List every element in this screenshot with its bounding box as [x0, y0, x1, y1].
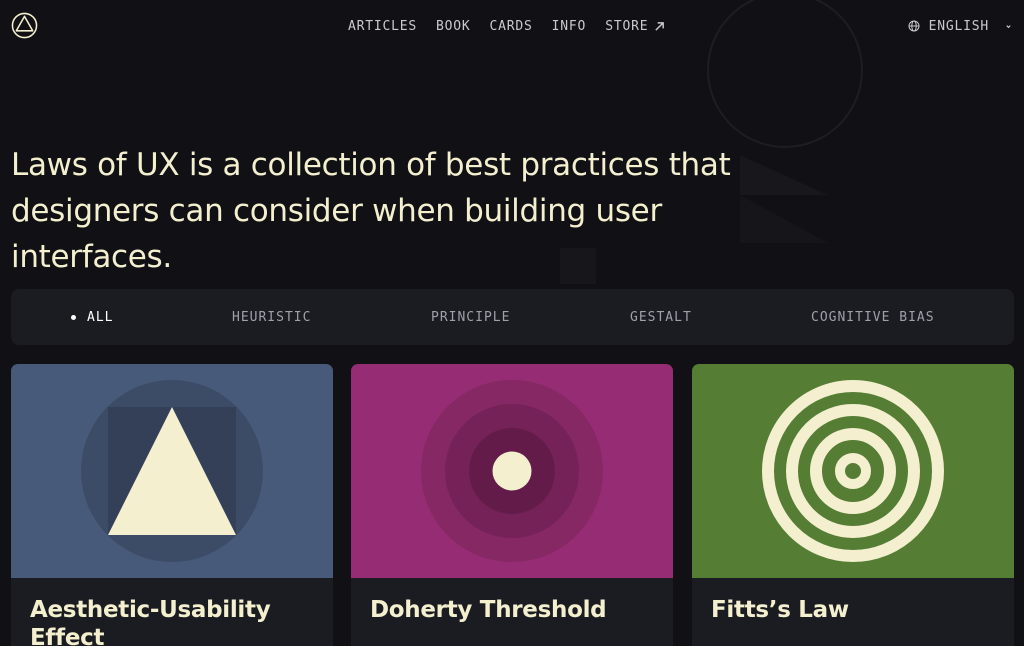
triangle-icon	[11, 364, 333, 578]
nav-store[interactable]: STORE	[605, 19, 665, 34]
language-label: ENGLISH	[928, 18, 989, 34]
card-title: Aesthetic-Usability Effect	[30, 597, 271, 646]
globe-icon	[908, 20, 920, 32]
main-nav: ARTICLES BOOK CARDS INFO STORE	[348, 17, 665, 35]
card-illustration	[351, 364, 673, 578]
hero-heading: Laws of UX is a collection of best pract…	[11, 147, 731, 275]
law-card-aesthetic-usability[interactable]: Aesthetic-Usability Effect	[11, 364, 333, 646]
filter-cognitive-bias[interactable]: COGNITIVE BIAS	[811, 289, 935, 345]
chevron-down-icon	[1006, 24, 1011, 28]
external-arrow-icon	[655, 21, 665, 31]
filter-all[interactable]: ALL	[71, 289, 113, 345]
card-title: Fitts’s Law	[711, 597, 849, 623]
filter-gestalt[interactable]: GESTALT	[630, 289, 692, 345]
header: ARTICLES BOOK CARDS INFO STORE ENGLISH	[0, 0, 1024, 52]
card-title: Doherty Threshold	[370, 597, 607, 623]
nav-store-label: STORE	[605, 18, 649, 34]
nav-articles[interactable]: ARTICLES	[348, 19, 417, 34]
category-filter-bar: ALL HEURISTIC PRINCIPLE GESTALT COGNITIV…	[11, 289, 1014, 345]
filter-principle[interactable]: PRINCIPLE	[431, 289, 510, 345]
filter-heuristic[interactable]: HEURISTIC	[232, 289, 311, 345]
card-illustration	[11, 364, 333, 578]
filter-all-label: ALL	[87, 309, 114, 325]
target-rings-icon	[692, 364, 1014, 578]
nav-info[interactable]: INFO	[552, 19, 587, 34]
page: ARTICLES BOOK CARDS INFO STORE ENGLISH L…	[0, 0, 1024, 646]
law-card-fitts-law[interactable]: Fitts’s Law	[692, 364, 1014, 646]
nav-book[interactable]: BOOK	[436, 19, 471, 34]
card-illustration	[692, 364, 1014, 578]
nav-cards[interactable]: CARDS	[490, 19, 533, 34]
law-card-doherty-threshold[interactable]: Doherty Threshold	[351, 364, 673, 646]
selected-dot-icon	[71, 314, 76, 320]
language-selector[interactable]: ENGLISH	[908, 17, 1012, 35]
concentric-dot-icon	[351, 364, 673, 578]
triangle-in-circle-logo-icon[interactable]	[11, 12, 38, 39]
